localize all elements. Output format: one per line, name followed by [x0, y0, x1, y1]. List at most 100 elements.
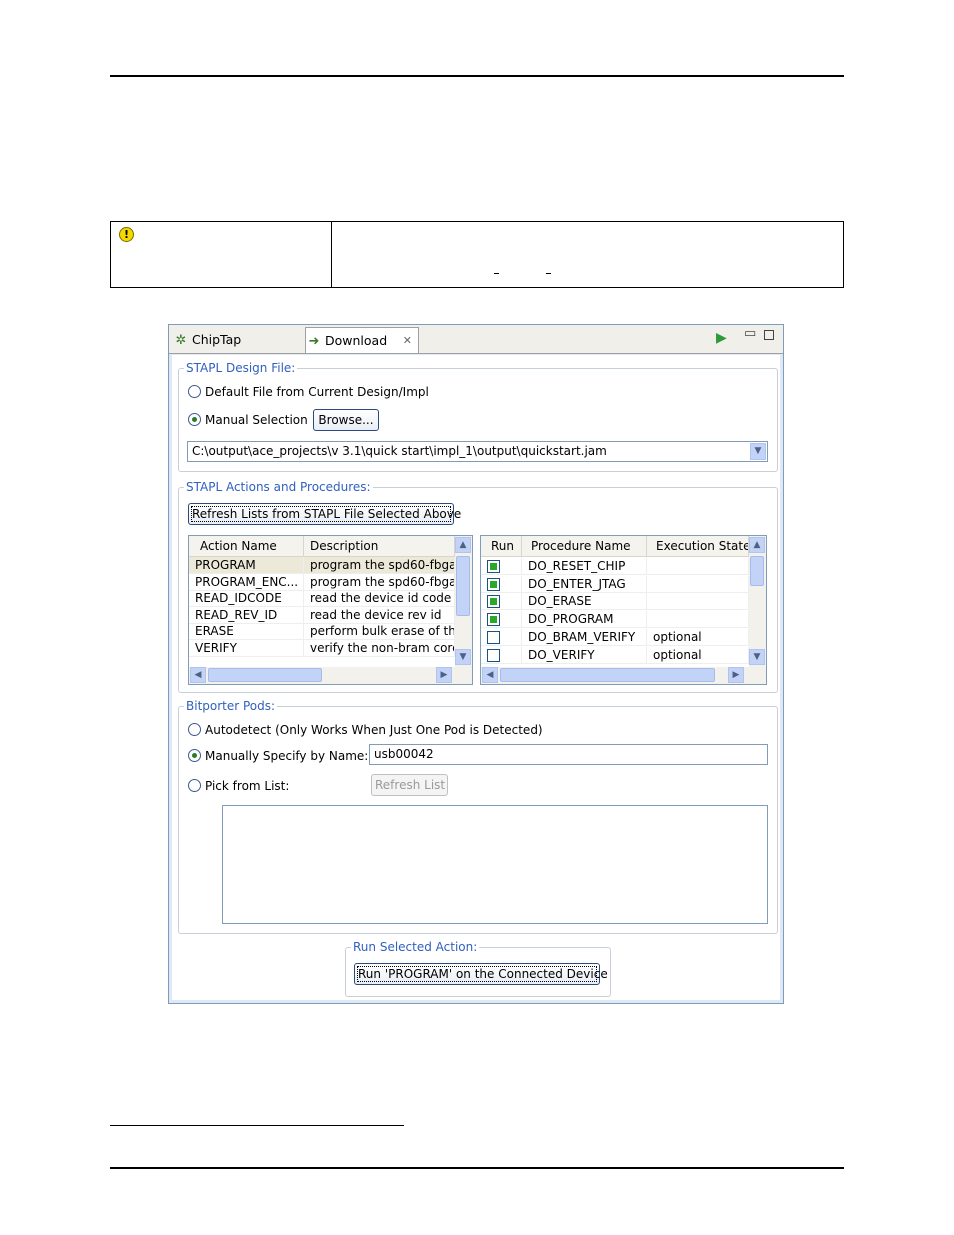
table-row[interactable]: DO_VERIFY optional — [481, 646, 749, 664]
pick-list-label: Pick from List: — [205, 779, 290, 793]
column-header[interactable]: Run — [481, 536, 522, 556]
execution-state-cell — [647, 558, 749, 575]
tab-chiptap-debugger[interactable]: ✲ChipTap Debugger — [173, 327, 303, 373]
action-description-cell: perform bulk erase of the — [304, 623, 455, 640]
refresh-lists-button[interactable]: Refresh Lists from STAPL File Selected A… — [188, 503, 461, 525]
default-file-label: Default File from Current Design/Impl — [205, 385, 429, 399]
execution-state-cell: optional — [647, 646, 749, 664]
table-row[interactable]: DO_RESET_CHIP — [481, 558, 749, 575]
run-checkbox[interactable] — [487, 613, 500, 627]
group-title: STAPL Design File: — [184, 360, 298, 376]
manual-selection-label: Manual Selection — [205, 413, 308, 427]
pod-list[interactable] — [222, 805, 768, 924]
table-header: Action Name Description — [189, 536, 455, 557]
run-action-button[interactable]: Run 'PROGRAM' on the Connected Device — [354, 963, 608, 985]
manual-name-radio[interactable] — [188, 749, 201, 762]
chevron-down-icon[interactable]: ▼ — [455, 649, 471, 665]
chevron-left-icon[interactable]: ◀ — [482, 667, 498, 683]
run-cell — [481, 558, 522, 575]
table-row[interactable]: READ_IDCODE read the device id code — [189, 590, 455, 607]
procedures-table[interactable]: Run Procedure Name Execution State DO_RE… — [480, 535, 767, 685]
close-icon[interactable]: ✕ — [403, 328, 412, 353]
chevron-down-icon[interactable]: ▼ — [749, 649, 765, 665]
autodetect-radio[interactable] — [188, 723, 201, 736]
footnote-rule — [110, 1125, 404, 1126]
action-name-cell: VERIFY — [189, 639, 304, 657]
run-cell — [481, 646, 522, 664]
vertical-scrollbar[interactable]: ▲ ▼ — [455, 536, 472, 667]
chevron-right-icon[interactable]: ▶ — [728, 667, 744, 683]
note-table: ! — [110, 221, 844, 288]
run-checkbox[interactable] — [487, 560, 500, 573]
chevron-up-icon[interactable]: ▲ — [749, 537, 765, 553]
manual-selection-radio[interactable] — [188, 413, 201, 426]
execution-state-cell — [647, 593, 749, 611]
run-cell — [481, 575, 522, 593]
group-title: Bitporter Pods: — [184, 698, 278, 714]
table-row[interactable]: VERIFY verify the non-bram core — [189, 639, 455, 657]
tab-label: Download — [325, 333, 388, 348]
column-header[interactable]: Description — [304, 536, 455, 556]
procedure-name-cell: DO_PROGRAM — [522, 611, 647, 629]
autodetect-label: Autodetect (Only Works When Just One Pod… — [205, 723, 543, 737]
execution-state-cell — [647, 611, 749, 629]
table-row[interactable]: ERASE perform bulk erase of the — [189, 623, 455, 640]
warning-icon: ! — [119, 227, 134, 242]
default-file-radio[interactable] — [188, 385, 201, 398]
group-title: STAPL Actions and Procedures: — [184, 479, 373, 495]
procedure-name-cell: DO_BRAM_VERIFY — [522, 628, 647, 646]
procedure-name-cell: DO_ERASE — [522, 593, 647, 611]
horizontal-scrollbar[interactable]: ◀ ▶ — [481, 667, 766, 684]
table-row[interactable]: PROGRAM_ENC... program the spd60-fbga — [189, 573, 455, 591]
run-checkbox[interactable] — [487, 630, 500, 644]
stapl-actions-group: STAPL Actions and Procedures: Refresh Li… — [178, 479, 778, 693]
execution-state-cell: optional — [647, 628, 749, 646]
action-description-cell: read the device rev id — [304, 606, 455, 624]
maximize-icon[interactable] — [764, 330, 774, 340]
table-row[interactable]: DO_BRAM_VERIFY optional — [481, 628, 749, 646]
chevron-right-icon[interactable]: ▶ — [436, 667, 452, 683]
manual-name-label: Manually Specify by Name: — [205, 749, 369, 763]
column-header[interactable]: Action Name — [189, 536, 304, 556]
scroll-thumb[interactable] — [456, 556, 470, 616]
table-row[interactable]: DO_PROGRAM — [481, 611, 749, 629]
run-checkbox[interactable] — [487, 577, 500, 591]
vertical-scrollbar[interactable]: ▲ ▼ — [749, 536, 766, 667]
chevron-up-icon[interactable]: ▲ — [455, 537, 471, 553]
stapl-file-combo[interactable]: C:\output\ace_projects\v 3.1\quick start… — [187, 441, 768, 462]
action-description-cell: program the spd60-fbga — [304, 573, 455, 591]
horizontal-scrollbar[interactable]: ◀ ▶ — [189, 667, 472, 684]
action-description-cell: verify the non-bram core — [304, 639, 455, 657]
minimize-icon[interactable]: ▭ — [744, 325, 756, 343]
browse-button[interactable]: Browse... — [313, 409, 379, 431]
column-header[interactable]: Execution State — [647, 536, 749, 556]
run-checkbox[interactable] — [487, 648, 500, 662]
tab-download[interactable]: ➜ Download ✕ — [305, 327, 419, 353]
scroll-thumb[interactable] — [500, 668, 715, 682]
chevron-down-icon[interactable]: ▼ — [750, 443, 766, 460]
table-row[interactable]: READ_REV_ID read the device rev id — [189, 606, 455, 624]
pick-list-radio[interactable] — [188, 779, 201, 792]
action-description-cell: read the device id code — [304, 590, 455, 607]
pod-name-input[interactable]: usb00042 — [369, 744, 768, 765]
run-checkbox[interactable] — [487, 595, 500, 609]
run-action-group: Run Selected Action: Run 'PROGRAM' on th… — [345, 939, 611, 997]
table-row[interactable]: DO_ENTER_JTAG — [481, 575, 749, 593]
actions-table[interactable]: Action Name Description PROGRAM program t… — [188, 535, 473, 685]
bitporter-pods-group: Bitporter Pods: Autodetect (Only Works W… — [178, 698, 778, 934]
action-name-cell: PROGRAM — [189, 557, 304, 574]
table-row[interactable]: PROGRAM program the spd60-fbga — [189, 557, 455, 574]
refresh-list-button[interactable]: Refresh List — [371, 774, 448, 796]
run-cell — [481, 628, 522, 646]
action-description-cell: program the spd60-fbga — [304, 557, 455, 574]
scroll-thumb[interactable] — [208, 668, 322, 682]
chevron-left-icon[interactable]: ◀ — [190, 667, 206, 683]
run-icon[interactable]: ▶ — [716, 329, 727, 347]
group-title: Run Selected Action: — [351, 939, 480, 955]
table-row[interactable]: DO_ERASE — [481, 593, 749, 611]
bug-icon: ✲ — [175, 333, 187, 348]
action-name-cell: READ_REV_ID — [189, 606, 304, 624]
column-header[interactable]: Procedure Name — [522, 536, 647, 556]
scroll-thumb[interactable] — [750, 556, 764, 586]
stapl-design-group: STAPL Design File: Default File from Cur… — [178, 360, 778, 472]
